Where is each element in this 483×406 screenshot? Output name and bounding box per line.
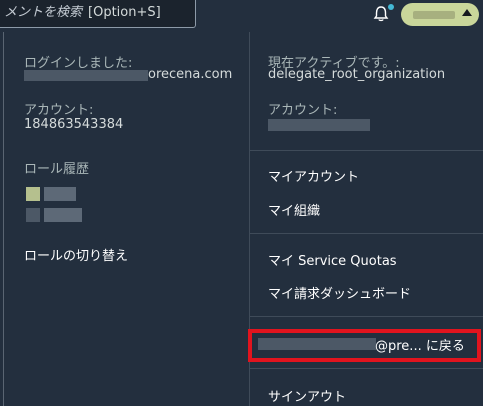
- sign-out-link[interactable]: サインアウト: [268, 386, 346, 405]
- role-history-item-redacted[interactable]: [44, 187, 76, 201]
- search-input[interactable]: メントを検索 [Option+S]: [0, 0, 196, 28]
- top-navigation-bar: メントを検索 [Option+S]: [0, 0, 483, 31]
- account-name-redacted: [413, 11, 455, 19]
- role-color-swatch-2[interactable]: [26, 208, 40, 222]
- menu-divider-1: [250, 150, 483, 151]
- account-dropdown-panel: ログインしました: orecena.com アカウント: 18486354338…: [3, 32, 483, 406]
- notification-dot: [388, 4, 394, 10]
- role-history-item-redacted-2[interactable]: [44, 208, 82, 222]
- role-history-label: ロール履歴: [24, 162, 90, 177]
- right-account-label: アカウント:: [268, 103, 338, 118]
- active-value: delegate_root_organization: [268, 67, 446, 82]
- search-shortcut: [Option+S]: [88, 5, 161, 20]
- my-organization-link[interactable]: マイ組織: [268, 200, 320, 219]
- menu-divider-4: [250, 368, 483, 369]
- role-color-swatch[interactable]: [26, 187, 40, 201]
- menu-divider-2: [250, 233, 483, 234]
- login-domain: orecena.com: [148, 67, 233, 82]
- login-label: ログインしました:: [24, 56, 133, 71]
- highlight-box: [248, 329, 481, 362]
- login-redacted: [24, 70, 148, 81]
- caret-up-icon: [462, 9, 472, 16]
- account-menu-button[interactable]: [401, 3, 479, 26]
- search-placeholder: メントを検索: [4, 5, 83, 20]
- menu-divider-3: [250, 316, 483, 317]
- my-account-link[interactable]: マイアカウント: [268, 166, 359, 185]
- account-label: アカウント:: [24, 103, 94, 118]
- my-billing-dashboard-link[interactable]: マイ請求ダッシュボード: [268, 283, 411, 302]
- account-id: 184863543384: [24, 117, 124, 132]
- my-service-quotas-link[interactable]: マイ Service Quotas: [268, 250, 397, 269]
- switch-role-link[interactable]: ロールの切り替え: [24, 245, 128, 264]
- right-account-redacted: [268, 119, 370, 131]
